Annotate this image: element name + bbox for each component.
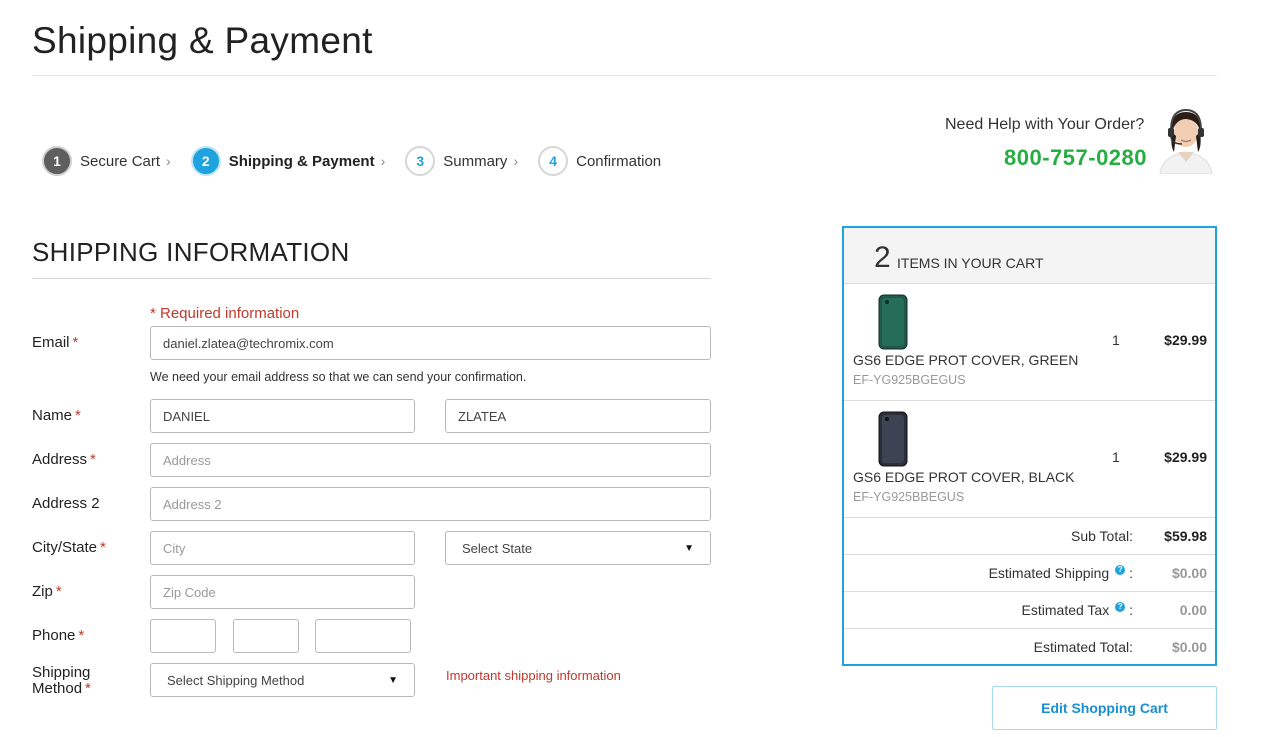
- cart-panel: 2 ITEMS IN YOUR CART GS6 EDGE PROT COVER…: [842, 226, 1217, 666]
- required-star: *: [55, 583, 62, 600]
- page-title: Shipping & Payment: [32, 20, 373, 61]
- step-number: 2: [190, 146, 221, 176]
- tax-estimate-row: Estimated Tax? : 0.00: [844, 592, 1215, 629]
- item-sku: EF-YG925BBEGUS: [853, 490, 965, 504]
- help-icon[interactable]: ?: [1115, 602, 1126, 612]
- state-select[interactable]: Select State ▼: [445, 531, 711, 565]
- first-name-field[interactable]: [150, 399, 415, 433]
- phone-line-field[interactable]: [315, 619, 411, 653]
- tax-estimate-value: 0.00: [1179, 602, 1207, 618]
- required-star: *: [90, 451, 96, 468]
- total-estimate-row: Estimated Total: $0.00: [844, 629, 1215, 666]
- last-name-field[interactable]: [445, 399, 711, 433]
- help-icon[interactable]: ?: [1115, 565, 1126, 575]
- caret-down-icon: ▼: [684, 542, 694, 554]
- total-estimate-label: Estimated Total:: [1033, 639, 1133, 655]
- shipping-method-label: Shipping Method *: [32, 664, 91, 697]
- shipping-info-link[interactable]: Important shipping information: [446, 668, 621, 683]
- item-qty: 1: [1112, 332, 1120, 348]
- help-phone-link[interactable]: 800-757-0280: [1004, 145, 1147, 171]
- required-star: *: [85, 680, 91, 697]
- tax-estimate-label: Estimated Tax? :: [1021, 602, 1133, 618]
- support-agent-avatar-icon: [1159, 108, 1213, 174]
- required-star: *: [100, 539, 106, 556]
- total-estimate-value: $0.00: [1171, 639, 1207, 655]
- edit-shopping-cart-button[interactable]: Edit Shopping Cart: [992, 686, 1217, 730]
- address-field[interactable]: [150, 443, 711, 477]
- shipping-estimate-value: $0.00: [1171, 565, 1207, 581]
- item-qty: 1: [1112, 449, 1120, 465]
- chevron-right-icon: ›: [166, 153, 171, 169]
- step-secure-cart[interactable]: 1 Secure Cart ›: [42, 146, 171, 176]
- title-divider: [32, 75, 1217, 76]
- shipping-method-value: Select Shipping Method: [167, 672, 305, 688]
- required-star: *: [78, 627, 85, 644]
- chevron-right-icon: ›: [380, 153, 386, 169]
- required-info-note: * Required information: [150, 305, 300, 322]
- item-name: GS6 EDGE PROT COVER, BLACK: [853, 469, 1075, 485]
- item-name: GS6 EDGE PROT COVER, GREEN: [853, 352, 1079, 368]
- item-price: $29.99: [1164, 449, 1207, 465]
- phone-label: Phone *: [32, 627, 85, 644]
- name-label: Name *: [32, 407, 81, 424]
- email-hint: We need your email address so that we ca…: [150, 370, 527, 384]
- chevron-right-icon: ›: [513, 153, 519, 169]
- zip-label: Zip *: [32, 583, 62, 600]
- step-number: 1: [42, 146, 72, 176]
- address2-field[interactable]: [150, 487, 711, 521]
- shipping-estimate-label: Estimated Shipping? :: [988, 565, 1133, 581]
- shipping-estimate-row: Estimated Shipping? : $0.00: [844, 555, 1215, 592]
- email-field[interactable]: [150, 326, 711, 360]
- step-number: 4: [538, 146, 569, 176]
- cart-count: 2: [874, 241, 891, 274]
- step-summary[interactable]: 3 Summary ›: [405, 146, 518, 176]
- phone-area-code-field[interactable]: [150, 619, 216, 653]
- subtotal-value: $59.98: [1164, 528, 1207, 544]
- state-select-value: Select State: [462, 540, 533, 556]
- step-shipping-payment[interactable]: 2 Shipping & Payment ›: [190, 146, 386, 176]
- address2-label: Address 2: [32, 495, 100, 512]
- step-label: Summary: [443, 152, 508, 170]
- zip-field[interactable]: [150, 575, 415, 609]
- phone-cover-black-image: [878, 411, 908, 467]
- cart-header: 2 ITEMS IN YOUR CART: [844, 228, 1215, 284]
- section-divider: [32, 278, 711, 279]
- subtotal-row: Sub Total: $59.98: [844, 518, 1215, 555]
- cart-item: GS6 EDGE PROT COVER, GREEN EF-YG925BGEGU…: [844, 284, 1215, 401]
- caret-down-icon: ▼: [388, 674, 398, 686]
- email-label: Email *: [32, 334, 79, 351]
- item-price: $29.99: [1164, 332, 1207, 348]
- step-confirmation[interactable]: 4 Confirmation: [538, 146, 661, 176]
- step-label: Secure Cart: [80, 152, 161, 170]
- cart-item: GS6 EDGE PROT COVER, BLACK EF-YG925BBEGU…: [844, 401, 1215, 518]
- phone-cover-green-image: [878, 294, 908, 350]
- shipping-method-select[interactable]: Select Shipping Method ▼: [150, 663, 415, 697]
- subtotal-label: Sub Total:: [1070, 528, 1133, 544]
- item-sku: EF-YG925BGEGUS: [853, 373, 966, 387]
- section-title: SHIPPING INFORMATION: [32, 237, 350, 267]
- step-number: 3: [405, 146, 436, 176]
- help-text: Need Help with Your Order?: [945, 116, 1145, 133]
- step-label: Confirmation: [576, 152, 662, 170]
- cart-header-label: ITEMS IN YOUR CART: [897, 255, 1044, 271]
- step-label: Shipping & Payment: [228, 152, 375, 170]
- city-field[interactable]: [150, 531, 415, 565]
- city-state-label: City/State *: [32, 539, 106, 556]
- checkout-steps: 1 Secure Cart › 2 Shipping & Payment › 3…: [42, 146, 681, 176]
- address-label: Address *: [32, 451, 96, 468]
- phone-prefix-field[interactable]: [233, 619, 299, 653]
- required-star: *: [72, 334, 79, 351]
- required-star: *: [75, 407, 81, 424]
